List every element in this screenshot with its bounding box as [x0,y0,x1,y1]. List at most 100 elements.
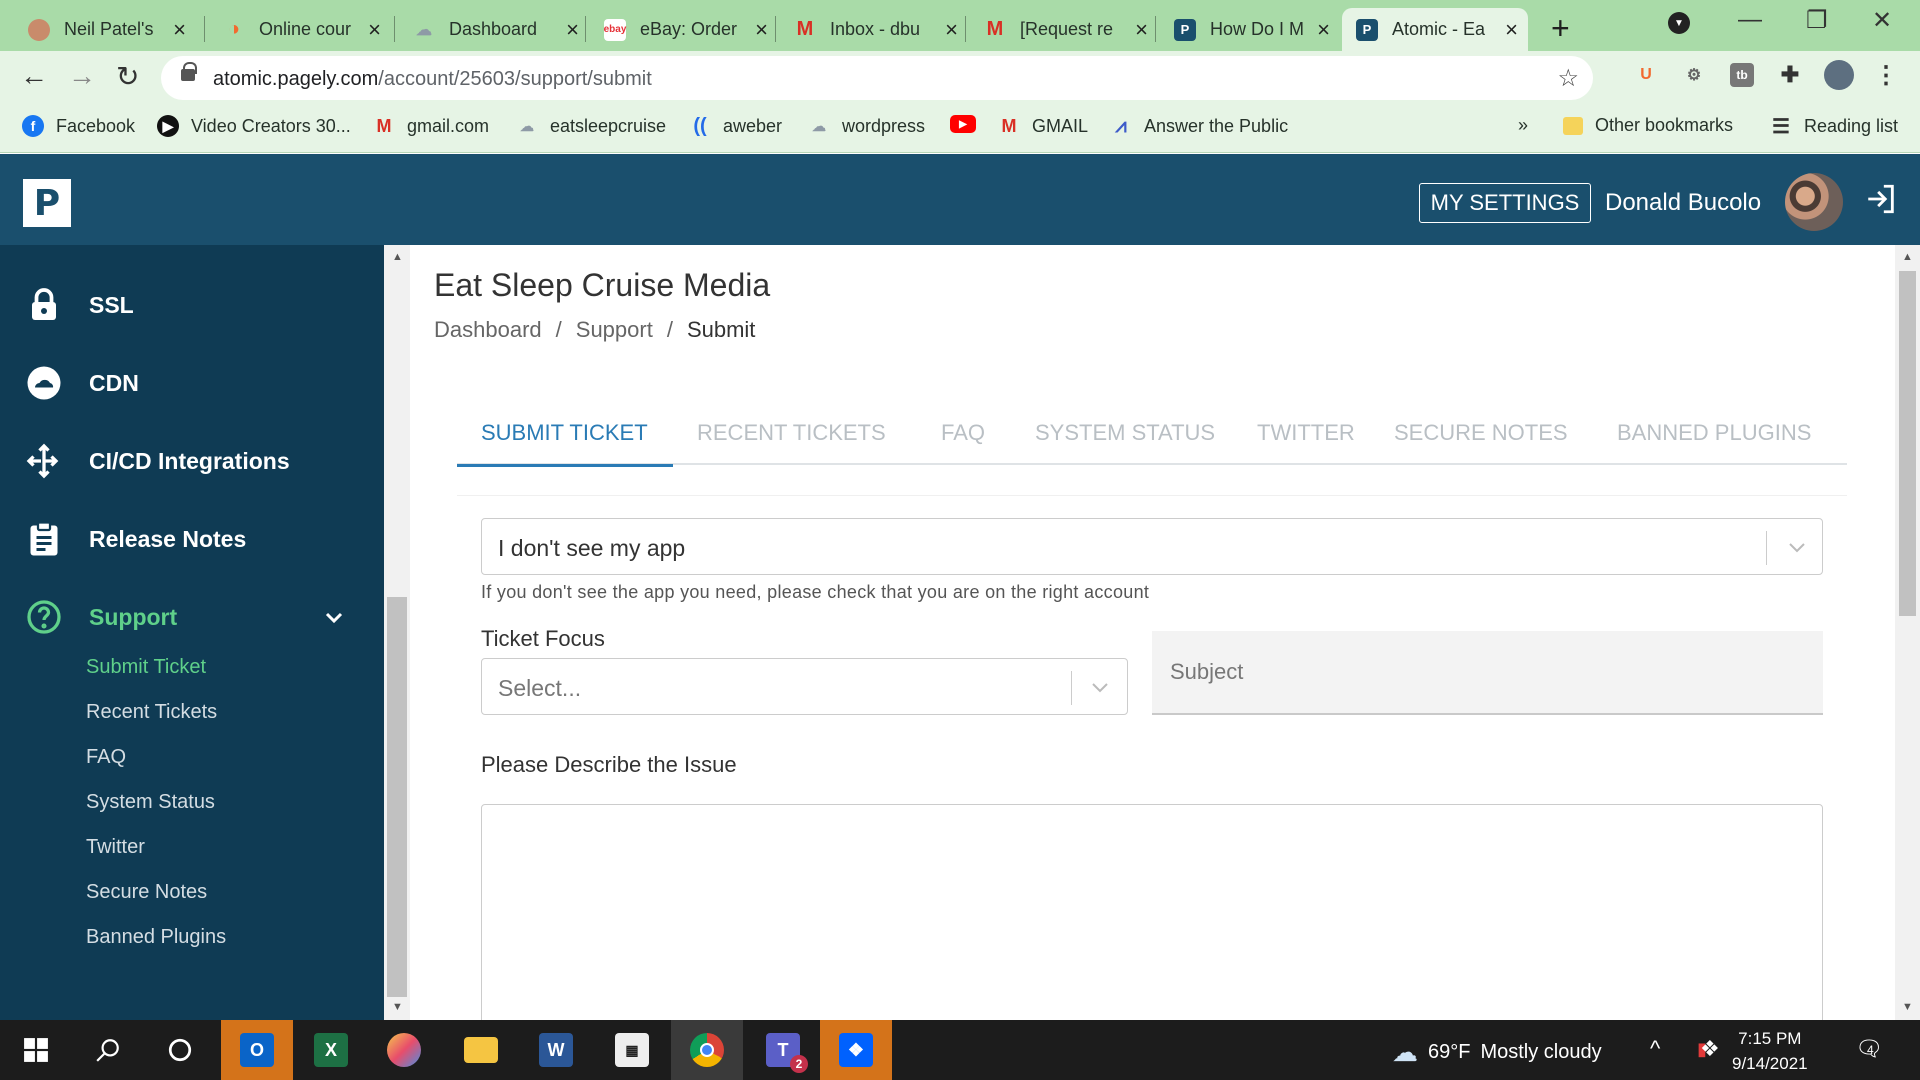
scroll-down-arrow[interactable]: ▼ [1902,1001,1913,1013]
browser-tab[interactable]: Neil Patel's × [14,8,196,51]
browser-tab[interactable]: M [Request re × [970,8,1158,51]
profile-avatar-icon[interactable] [1824,60,1854,90]
taskbar-outlook[interactable]: O [221,1020,293,1080]
browser-tab[interactable]: ◑ Online cour × [209,8,391,51]
breadcrumb-support[interactable]: Support [576,317,653,343]
bookmark-youtube[interactable]: ▶ [950,115,976,133]
bookmark-gmail-2[interactable]: M GMAIL [998,115,1089,137]
scroll-up-arrow[interactable]: ▲ [392,251,403,263]
address-bar[interactable]: atomic.pagely.com/account/25603/support/… [161,56,1593,100]
taskbar-teams[interactable]: T2 [747,1020,819,1080]
app-select[interactable]: I don't see my app [481,518,1823,575]
extension-tb-icon[interactable]: tb [1730,63,1754,87]
restore-button[interactable]: ❐ [1806,6,1828,35]
bookmark-eatsleepcruise[interactable]: ☁ eatsleepcruise [516,115,666,137]
minimize-button[interactable]: — [1738,6,1762,34]
sidebar-item-ssl[interactable]: SSL [0,275,384,335]
taskbar-word[interactable]: W [520,1020,592,1080]
dropbox-tray-icon[interactable]: ❖ [1700,1036,1720,1062]
browser-tab[interactable]: M Inbox - dbu × [780,8,968,51]
tab-twitter[interactable]: TWITTER [1257,405,1355,465]
tab-recent-tickets[interactable]: RECENT TICKETS [697,405,886,465]
close-tab-icon[interactable]: × [566,17,579,43]
sidebar-item-release-notes[interactable]: Release Notes [0,509,384,569]
sidebar-item-support[interactable]: Support [0,587,384,647]
forward-button[interactable]: → [68,60,96,92]
bookmarks-overflow-chevron[interactable]: » [1518,115,1528,136]
bookmark-aweber[interactable]: ((aweber [689,115,782,137]
cortana-button[interactable] [144,1020,216,1080]
sidebar-subitem-recent-tickets[interactable]: Recent Tickets [86,701,217,724]
issue-description-textarea[interactable] [481,804,1823,1020]
logout-icon[interactable] [1864,182,1898,216]
scrollbar-thumb[interactable] [1899,271,1916,616]
scroll-up-arrow[interactable]: ▲ [1902,251,1913,263]
taskbar-file-explorer[interactable] [445,1020,517,1080]
my-settings-button[interactable]: MY SETTINGS [1419,183,1591,223]
close-tab-icon[interactable]: × [1135,17,1148,43]
page-scrollbar[interactable]: ▲ ▼ [1895,245,1920,1020]
reading-list-button[interactable]: ☰ Reading list [1770,115,1898,138]
sidebar-subitem-system-status[interactable]: System Status [86,791,215,814]
search-button[interactable] [72,1020,144,1080]
start-button[interactable] [0,1020,72,1080]
close-tab-icon[interactable]: × [945,17,958,43]
tab-secure-notes[interactable]: SECURE NOTES [1394,405,1568,465]
ticket-focus-select[interactable]: Select... [481,658,1128,715]
sidebar-subitem-secure-notes[interactable]: Secure Notes [86,881,207,904]
back-button[interactable]: ← [20,60,48,92]
user-name[interactable]: Donald Bucolo [1605,189,1761,217]
bookmark-facebook[interactable]: f Facebook [22,115,135,137]
show-hidden-icons-chevron-icon[interactable]: ^ [1650,1036,1660,1062]
bookmark-gmail[interactable]: Mgmail.com [373,115,490,137]
extensions-puzzle-icon[interactable]: ✚ [1778,62,1802,87]
new-tab-button[interactable]: + [1551,10,1570,47]
notifications-icon[interactable]: 🗨4 [1855,1036,1890,1062]
sidebar-scrollbar[interactable]: ▲ ▼ [384,245,410,1020]
scroll-down-arrow[interactable]: ▼ [392,1001,403,1013]
sidebar-subitem-twitter[interactable]: Twitter [86,836,145,859]
tab-search-icon[interactable]: ▼ [1668,12,1690,34]
subject-input[interactable] [1152,631,1823,715]
browser-tab[interactable]: P How Do I M × [1160,8,1340,51]
clock[interactable]: 7:15 PM 9/14/2021 [1732,1026,1808,1076]
sidebar-subitem-submit-ticket[interactable]: Submit Ticket [86,656,206,679]
browser-tab-active[interactable]: P Atomic - Ea × [1342,8,1528,51]
sidebar-subitem-faq[interactable]: FAQ [86,746,126,769]
extension-u-icon[interactable]: U [1634,63,1658,87]
sidebar-item-cdn[interactable]: CDN [0,353,384,413]
bookmark-star-icon[interactable]: ☆ [1557,64,1579,93]
close-window-button[interactable]: ✕ [1872,6,1892,35]
taskbar-excel[interactable]: X [295,1020,367,1080]
taskbar-chrome[interactable] [671,1020,743,1080]
extension-gear-icon[interactable]: ⚙ [1682,63,1706,87]
close-tab-icon[interactable]: × [368,17,381,43]
chevron-down-icon[interactable] [1088,675,1112,699]
menu-dots-icon[interactable]: ⋮ [1874,62,1898,89]
close-tab-icon[interactable]: × [173,17,186,43]
chevron-down-icon[interactable] [322,605,346,629]
close-tab-icon[interactable]: × [1505,17,1518,43]
browser-tab[interactable]: ebay eBay: Order × [590,8,778,51]
bookmark-answer-the-public[interactable]: ⩘ Answer the Public [1110,115,1288,137]
bookmark-wordpress[interactable]: ☁ wordpress [808,115,925,137]
taskbar-paint[interactable] [368,1020,440,1080]
tab-faq[interactable]: FAQ [941,405,985,465]
tab-banned-plugins[interactable]: BANNED PLUGINS [1617,405,1811,465]
chevron-down-icon[interactable] [1785,535,1809,559]
sidebar-subitem-banned-plugins[interactable]: Banned Plugins [86,926,226,949]
browser-tab[interactable]: ☁ Dashboard × [399,8,589,51]
pagely-logo[interactable]: P [23,179,71,227]
avatar[interactable] [1785,173,1843,231]
scrollbar-thumb[interactable] [387,597,407,997]
sidebar-item-cicd[interactable]: CI/CD Integrations [0,431,384,491]
bookmark-other-bookmarks[interactable]: Other bookmarks [1563,115,1733,136]
bookmark-video-creators[interactable]: ▶ Video Creators 30... [157,115,351,137]
close-tab-icon[interactable]: × [755,17,768,43]
weather-widget[interactable]: ☁ 69°F Mostly cloudy [1392,1037,1602,1068]
reload-button[interactable]: ↻ [116,60,139,93]
tab-submit-ticket[interactable]: SUBMIT TICKET [457,405,673,467]
breadcrumb-dashboard[interactable]: Dashboard [434,317,542,343]
taskbar-calculator[interactable]: ▦ [596,1020,668,1080]
tab-system-status[interactable]: SYSTEM STATUS [1035,405,1215,465]
